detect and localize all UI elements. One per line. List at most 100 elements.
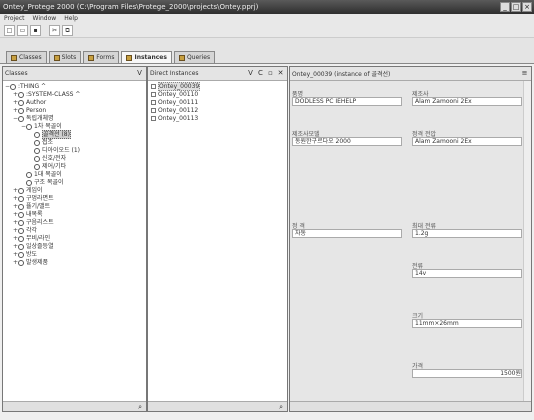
- class-label: 일상즐등열: [26, 243, 54, 250]
- instance-list-item[interactable]: Ontey_00112: [148, 107, 287, 115]
- class-tree-item[interactable]: + 각각: [5, 227, 146, 235]
- field-value-input[interactable]: 자동: [292, 229, 402, 238]
- class-tree-item[interactable]: 골격선 (8): [5, 130, 146, 139]
- window-controls: _ □ ×: [500, 2, 532, 12]
- class-tree-item[interactable]: 신호/전자: [5, 155, 146, 163]
- copy-icon[interactable]: ⧉: [62, 25, 73, 36]
- field-value-input[interactable]: 동원한구르다오 2000: [292, 137, 402, 146]
- class-label: 신호/전자: [42, 155, 67, 162]
- class-icon: [18, 195, 24, 202]
- tab-label: Slots: [61, 54, 77, 61]
- form-body: 품명 DODLESS PC IEHELP 제조사 Alam Zamooni 2Ex 제조…: [290, 81, 525, 403]
- class-tree-item[interactable]: + 일상즐등열: [5, 243, 146, 251]
- class-tree-item[interactable]: + 방도: [5, 251, 146, 259]
- find-instance-icon[interactable]: ⌕: [279, 403, 283, 411]
- class-label: :SYSTEM-CLASS ^: [26, 91, 81, 98]
- new-project-icon[interactable]: □: [4, 25, 15, 36]
- class-tree-item[interactable]: + 퓰기/밸트: [5, 203, 146, 211]
- class-label: 무비/라인: [26, 235, 51, 242]
- tab-queries[interactable]: Queries: [173, 51, 216, 63]
- delete-instance-icon[interactable]: ✕: [276, 69, 285, 78]
- queries-tab-icon: [178, 54, 185, 61]
- class-icon: [18, 107, 24, 114]
- close-button[interactable]: ×: [522, 2, 532, 12]
- class-tree-item[interactable]: + 게임이: [5, 187, 146, 195]
- class-tree-item[interactable]: 접조: [5, 139, 146, 147]
- menu-help[interactable]: Help: [64, 14, 78, 24]
- tab-forms[interactable]: Forms: [83, 51, 120, 63]
- instances-tab-icon: [126, 54, 133, 61]
- instance-list-pane: Direct Instances V C ▫ ✕ Ontey_00039 Onte…: [147, 66, 288, 412]
- field-value-input[interactable]: 14v: [412, 269, 522, 278]
- class-pane-title: Classes: [5, 70, 28, 77]
- class-tree-item[interactable]: + Author: [5, 99, 146, 107]
- field-value-input[interactable]: 11mm×26mm: [412, 319, 522, 328]
- class-tree-item[interactable]: + 내목록: [5, 211, 146, 219]
- forms-tab-icon: [88, 54, 95, 61]
- form-menu-icon[interactable]: ≡: [520, 69, 529, 78]
- class-icon: [18, 91, 24, 98]
- instance-list-item[interactable]: Ontey_00110: [148, 91, 287, 99]
- field-value-input[interactable]: 1.2g: [412, 229, 522, 238]
- field-value-input[interactable]: Alam Zamooni 2Ex: [412, 97, 522, 106]
- window-title-bar: Ontey_Protege 2000 (C:\Program Files\Pro…: [0, 0, 534, 14]
- class-tree-item[interactable]: +:SYSTEM-CLASS ^: [5, 91, 146, 99]
- open-project-icon[interactable]: ▭: [17, 25, 28, 36]
- class-tree-item[interactable]: −1차 목골이: [5, 123, 146, 131]
- menu-project[interactable]: Project: [4, 14, 25, 24]
- form-horizontal-scrollbar[interactable]: [290, 401, 531, 411]
- class-tree-item[interactable]: − 독립개체명: [5, 115, 146, 123]
- view-instance-icon[interactable]: V: [246, 69, 255, 78]
- class-tree-item[interactable]: 구조 목골이: [5, 179, 146, 187]
- cut-icon[interactable]: ✂: [49, 25, 60, 36]
- field-value-input[interactable]: Alam Zamooni 2Ex: [412, 137, 522, 146]
- field-value-input[interactable]: DODLESS PC IEHELP: [292, 97, 402, 106]
- class-icon: [18, 211, 24, 218]
- class-tree-item[interactable]: −:THING ^: [5, 83, 146, 91]
- tab-bar: Classes Slots Forms Instances Queries: [0, 38, 534, 64]
- maximize-button[interactable]: □: [511, 2, 521, 12]
- tab-label: Queries: [186, 54, 211, 61]
- class-icon: [10, 83, 16, 90]
- instance-icon: [151, 116, 156, 121]
- save-project-icon[interactable]: ▪: [30, 25, 41, 36]
- tab-classes[interactable]: Classes: [6, 51, 47, 63]
- field-value-input[interactable]: 1500원: [412, 369, 522, 378]
- class-label: 독립개체명: [26, 115, 54, 122]
- class-tree: −:THING ^ +:SYSTEM-CLASS ^ + Author + Person −…: [3, 81, 146, 267]
- class-tree-item[interactable]: + 구음리스트: [5, 219, 146, 227]
- class-tree-item[interactable]: + Person: [5, 107, 146, 115]
- instance-label: Ontey_00113: [158, 115, 199, 122]
- instance-list-item[interactable]: Ontey_00039: [148, 82, 287, 91]
- class-icon: [34, 139, 40, 146]
- tab-instances[interactable]: Instances: [121, 51, 172, 63]
- filter-icon[interactable]: V: [135, 69, 144, 78]
- class-tree-item[interactable]: + 무비/라인: [5, 235, 146, 243]
- minimize-button[interactable]: _: [500, 2, 510, 12]
- class-label: Person: [26, 107, 47, 114]
- class-tree-item[interactable]: + 발생제품: [5, 259, 146, 267]
- class-tree-item[interactable]: 제어/기타: [5, 163, 146, 171]
- class-tree-item[interactable]: 디아이오드 (1): [5, 147, 146, 155]
- class-label: 발생제품: [26, 259, 49, 266]
- class-tree-item[interactable]: 1대 목골이: [5, 171, 146, 179]
- class-label: 접조: [42, 139, 54, 146]
- menu-window[interactable]: Window: [33, 14, 57, 24]
- copy-instance-icon[interactable]: ▫: [266, 69, 275, 78]
- instance-list-item[interactable]: Ontey_00111: [148, 99, 287, 107]
- form-pane-header: Ontey_00039 (instance of 골격선) ≡: [290, 67, 531, 81]
- classes-tab-icon: [11, 54, 17, 61]
- class-icon: [18, 187, 24, 194]
- instance-list-item[interactable]: Ontey_00113: [148, 115, 287, 123]
- class-icon: [34, 163, 40, 170]
- instance-pane-title: Direct Instances: [150, 70, 199, 77]
- create-instance-icon[interactable]: C: [256, 69, 265, 78]
- tab-slots[interactable]: Slots: [48, 51, 82, 63]
- find-class-icon[interactable]: ⌕: [138, 403, 142, 411]
- class-label: 1차 목골이: [34, 123, 62, 130]
- class-label: 게임이: [26, 187, 43, 194]
- class-label: 1대 목골이: [34, 171, 62, 178]
- class-tree-item[interactable]: + 구멍라면트: [5, 195, 146, 203]
- form-vertical-scrollbar[interactable]: [523, 81, 531, 401]
- tab-label: Classes: [19, 54, 42, 61]
